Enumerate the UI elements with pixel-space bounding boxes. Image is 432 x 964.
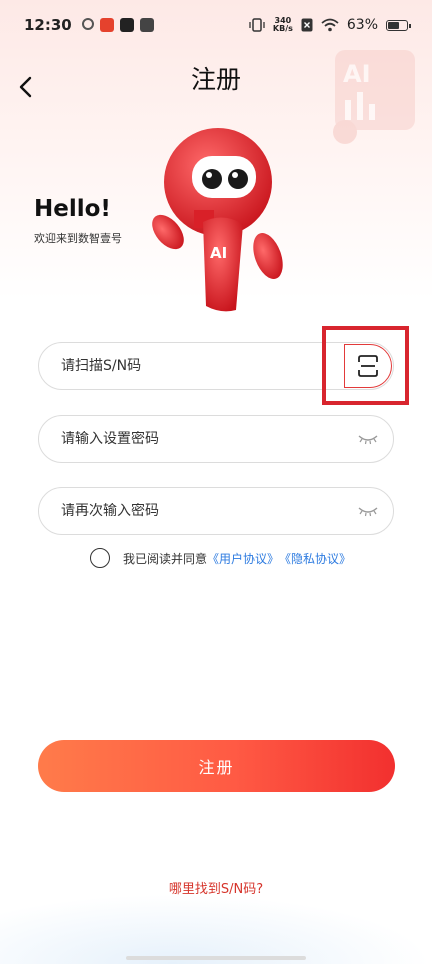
battery-fill: [388, 21, 399, 29]
status-app-icons: [81, 18, 154, 32]
password-field: [38, 415, 394, 463]
battery-percent: 63%: [346, 17, 378, 33]
ai-decoration-graphic: AI: [333, 50, 415, 144]
sn-code-input[interactable]: [61, 358, 311, 374]
agreement-prefix: 我已阅读并同意: [123, 551, 208, 566]
eye-closed-icon[interactable]: [357, 503, 379, 519]
agreement-checkbox[interactable]: [90, 548, 110, 568]
scan-button-highlight: [322, 326, 409, 405]
mascot-badge: AI: [210, 244, 227, 262]
app-icon-1: [81, 18, 94, 30]
register-button[interactable]: 注册: [38, 740, 395, 792]
tiktok-icon: [119, 18, 134, 32]
confirm-password-field: [38, 487, 394, 535]
greeting-subtitle: 欢迎来到数智壹号: [34, 232, 122, 245]
agreement-row: 我已阅读并同意 《用户协议》 《隐私协议》: [90, 548, 351, 568]
network-speed-unit: KB/s: [272, 24, 293, 33]
footer-background: [0, 894, 432, 964]
mail-icon: [139, 18, 154, 32]
find-sn-help-link[interactable]: 哪里找到S/N码?: [0, 878, 432, 897]
network-speed: 340 KB/s: [273, 17, 293, 33]
sim-icon: [301, 18, 313, 32]
password-input[interactable]: [61, 431, 311, 447]
vibrate-icon: [249, 18, 265, 32]
eye-closed-icon[interactable]: [357, 431, 379, 447]
privacy-agreement-link[interactable]: 《隐私协议》: [279, 550, 351, 567]
greeting-title: Hello!: [34, 196, 111, 222]
app-icon-2: [99, 18, 114, 32]
battery-icon: [386, 19, 411, 31]
status-time: 12:30: [24, 16, 72, 34]
home-indicator: [126, 956, 306, 960]
wifi-icon: [321, 18, 339, 32]
user-agreement-link[interactable]: 《用户协议》: [207, 550, 279, 567]
svg-text:AI: AI: [343, 60, 371, 88]
mascot-robot-illustration: AI: [152, 128, 283, 312]
status-right: 340 KB/s 63%: [249, 17, 411, 33]
confirm-password-input[interactable]: [61, 503, 311, 519]
